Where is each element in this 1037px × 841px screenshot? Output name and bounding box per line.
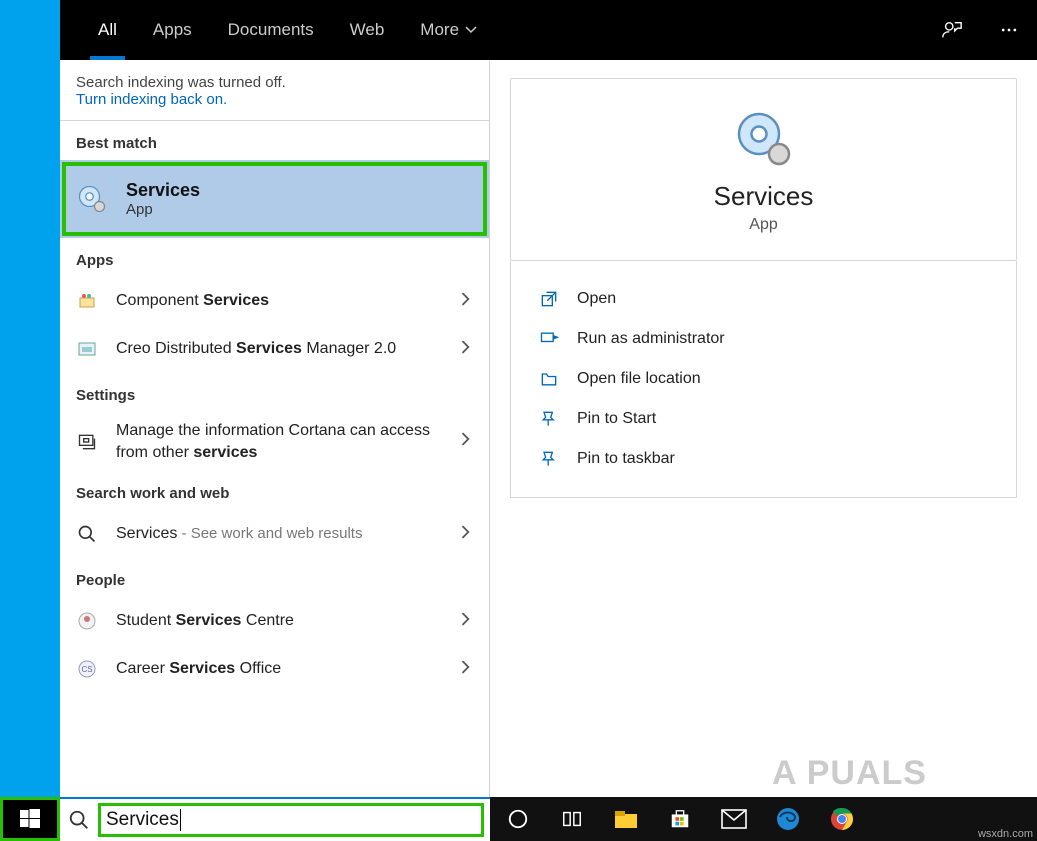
result-label: Component Services <box>116 290 459 312</box>
component-services-icon <box>76 290 98 312</box>
action-pin-to-taskbar[interactable]: Pin to taskbar <box>521 439 1006 479</box>
task-view-icon[interactable] <box>558 805 586 833</box>
services-gear-icon <box>76 183 108 215</box>
search-value: Services <box>106 809 179 831</box>
chevron-right-icon <box>459 432 473 451</box>
chevron-right-icon <box>459 660 473 679</box>
result-web-services[interactable]: Services - See work and web results <box>60 510 489 558</box>
result-label: Student Services Centre <box>116 610 459 632</box>
result-creo-services-manager[interactable]: Creo Distributed Services Manager 2.0 <box>60 325 489 373</box>
creo-icon <box>76 338 98 360</box>
section-header-settings: Settings <box>60 373 489 412</box>
chevron-right-icon <box>459 292 473 311</box>
chevron-down-icon <box>465 24 477 36</box>
action-label: Open file location <box>577 370 701 388</box>
cortana-icon[interactable] <box>504 805 532 833</box>
best-match-title: Services <box>126 180 200 201</box>
result-cortana-services-setting[interactable]: Manage the information Cortana can acces… <box>60 412 489 471</box>
chevron-right-icon <box>459 340 473 359</box>
result-component-services[interactable]: Component Services <box>60 277 489 325</box>
action-label: Pin to taskbar <box>577 450 675 468</box>
feedback-icon[interactable] <box>923 0 981 60</box>
open-icon <box>539 289 559 309</box>
taskbar-pinned-apps <box>490 797 1037 841</box>
chevron-right-icon <box>459 612 473 631</box>
section-header-work-web: Search work and web <box>60 471 489 510</box>
tab-more[interactable]: More <box>402 0 495 60</box>
contact-icon <box>76 610 98 632</box>
microsoft-store-icon[interactable] <box>666 805 694 833</box>
mail-icon[interactable] <box>720 805 748 833</box>
action-pin-to-start[interactable]: Pin to Start <box>521 399 1006 439</box>
pin-icon <box>539 409 559 429</box>
section-header-best-match: Best match <box>60 121 489 160</box>
folder-icon <box>539 369 559 389</box>
contact-icon: CS <box>76 658 98 680</box>
chevron-right-icon <box>459 525 473 544</box>
taskbar: Services <box>0 797 1037 841</box>
text-cursor <box>180 809 181 831</box>
tab-more-label: More <box>420 20 459 40</box>
result-label: Creo Distributed Services Manager 2.0 <box>116 338 459 360</box>
section-header-people: People <box>60 558 489 597</box>
shield-icon <box>539 329 559 349</box>
svg-text:CS: CS <box>81 665 92 674</box>
edge-icon[interactable] <box>774 805 802 833</box>
preview-subtitle: App <box>749 216 777 234</box>
notice-text: Search indexing was turned off. <box>76 74 473 91</box>
result-people-career-services[interactable]: CS Career Services Office <box>60 645 489 693</box>
turn-indexing-on-link[interactable]: Turn indexing back on. <box>76 91 473 108</box>
preview-card: Services App <box>510 78 1017 261</box>
taskbar-search-box[interactable]: Services <box>60 797 490 841</box>
search-input[interactable]: Services <box>100 805 482 835</box>
start-search-popup: All Apps Documents Web More Search index… <box>60 0 1037 797</box>
tab-all[interactable]: All <box>80 0 135 60</box>
best-match-text: Services App <box>126 180 200 218</box>
best-match-result[interactable]: Services App <box>60 160 489 238</box>
chrome-icon[interactable] <box>828 805 856 833</box>
search-filter-tabs: All Apps Documents Web More <box>60 0 1037 60</box>
preview-actions: Open Run as administrator Open file loca… <box>510 261 1017 498</box>
tab-documents[interactable]: Documents <box>210 0 332 60</box>
action-run-as-admin[interactable]: Run as administrator <box>521 319 1006 359</box>
preview-title: Services <box>714 181 814 212</box>
pin-icon <box>539 449 559 469</box>
search-icon <box>76 523 98 545</box>
action-open[interactable]: Open <box>521 279 1006 319</box>
tab-web[interactable]: Web <box>332 0 403 60</box>
tab-apps[interactable]: Apps <box>135 0 210 60</box>
indexing-notice: Search indexing was turned off. Turn ind… <box>60 60 489 121</box>
result-label: Manage the information Cortana can acces… <box>116 420 459 463</box>
services-gear-icon <box>734 109 794 169</box>
action-open-file-location[interactable]: Open file location <box>521 359 1006 399</box>
file-explorer-icon[interactable] <box>612 805 640 833</box>
start-button[interactable] <box>0 797 60 841</box>
result-label: Career Services Office <box>116 658 459 680</box>
settings-icon <box>76 431 98 453</box>
action-label: Open <box>577 290 616 308</box>
section-header-apps: Apps <box>60 238 489 277</box>
result-label: Services - See work and web results <box>116 523 459 545</box>
source-watermark: wsxdn.com <box>978 828 1033 840</box>
windows-logo-icon <box>20 809 40 829</box>
result-people-student-services[interactable]: Student Services Centre <box>60 597 489 645</box>
more-options-icon[interactable] <box>981 0 1037 60</box>
search-icon <box>68 809 90 831</box>
preview-pane: Services App Open Run as administrator O… <box>490 60 1037 797</box>
best-match-subtitle: App <box>126 201 200 218</box>
action-label: Run as administrator <box>577 330 725 348</box>
results-list: Search indexing was turned off. Turn ind… <box>60 60 490 797</box>
action-label: Pin to Start <box>577 410 656 428</box>
watermark-logo: A PUALS <box>772 754 927 793</box>
